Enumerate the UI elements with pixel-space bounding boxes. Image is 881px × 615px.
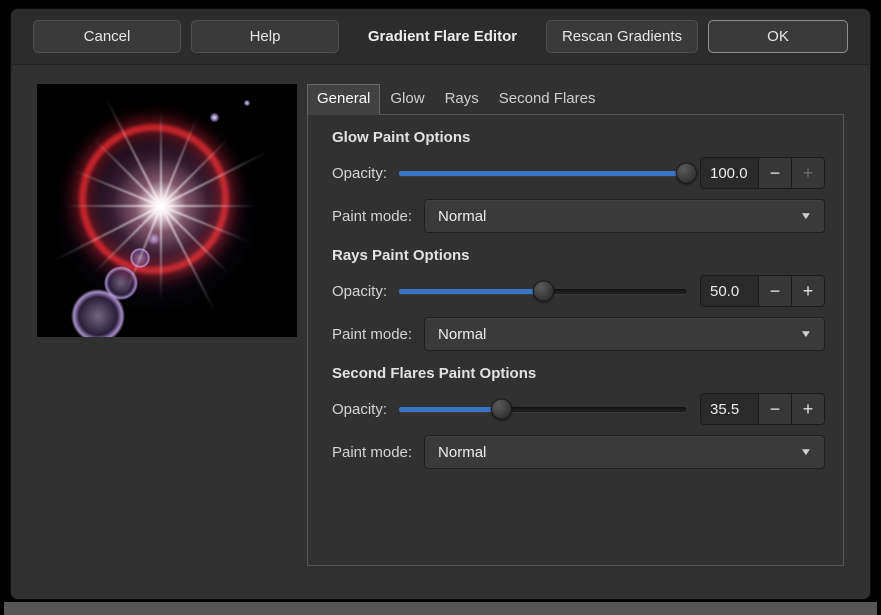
flare-secondary-circle (148, 233, 160, 245)
section-heading: Second Flares Paint Options (332, 365, 825, 382)
slider-track (399, 407, 686, 412)
plus-icon[interactable]: + (791, 276, 824, 306)
second-flares-paint-mode-dropdown[interactable]: Normal ▼ (424, 435, 825, 469)
dialog-content: General Glow Rays Second Flares Glow Pai… (11, 65, 870, 566)
second-flares-paint-mode-row: Paint mode: Normal ▼ (332, 435, 825, 469)
flare-dot (210, 113, 219, 122)
dropdown-value: Normal (438, 326, 486, 343)
glow-opacity-slider[interactable] (399, 156, 686, 190)
minus-icon[interactable]: − (758, 158, 791, 188)
tab-glow[interactable]: Glow (380, 84, 434, 114)
slider-track (399, 289, 686, 294)
tab-general[interactable]: General (307, 84, 380, 115)
opacity-label: Opacity: (332, 401, 387, 418)
rays-opacity-value[interactable]: 50.0 (701, 276, 758, 306)
slider-handle[interactable] (533, 281, 554, 302)
plus-icon[interactable]: + (791, 158, 824, 188)
second-flares-opacity-spinner: 35.5 − + (700, 393, 825, 425)
glow-paint-mode-row: Paint mode: Normal ▼ (332, 199, 825, 233)
flare-secondary-circle (130, 248, 150, 268)
plus-icon[interactable]: + (791, 394, 824, 424)
ok-button[interactable]: OK (708, 20, 848, 53)
glow-paint-mode-dropdown[interactable]: Normal ▼ (424, 199, 825, 233)
minus-icon[interactable]: − (758, 394, 791, 424)
second-flares-paint-options-section: Second Flares Paint Options Opacity: (332, 365, 825, 469)
tab-rays[interactable]: Rays (435, 84, 489, 114)
glow-paint-options-section: Glow Paint Options Opacity: (332, 129, 825, 233)
second-flares-opacity-slider[interactable] (399, 392, 686, 426)
rays-paint-mode-dropdown[interactable]: Normal ▼ (424, 317, 825, 351)
cancel-button[interactable]: Cancel (33, 20, 181, 53)
chevron-down-icon: ▼ (799, 447, 812, 458)
background-window-edge (4, 602, 877, 615)
gradient-flare-editor-dialog: Cancel Help Gradient Flare Editor Rescan… (10, 8, 871, 600)
second-flares-opacity-value[interactable]: 35.5 (701, 394, 758, 424)
general-tab-panel: Glow Paint Options Opacity: (307, 114, 844, 566)
chevron-down-icon: ▼ (799, 329, 812, 340)
section-heading: Rays Paint Options (332, 247, 825, 264)
opacity-label: Opacity: (332, 165, 387, 182)
chevron-down-icon: ▼ (799, 211, 812, 222)
dialog-title: Gradient Flare Editor (349, 28, 536, 45)
dropdown-value: Normal (438, 208, 486, 225)
rays-opacity-row: Opacity: 50.0 − (332, 274, 825, 308)
settings-notebook: General Glow Rays Second Flares Glow Pai… (307, 84, 844, 566)
tab-row: General Glow Rays Second Flares (307, 84, 844, 114)
slider-fill (399, 289, 542, 294)
slider-handle[interactable] (676, 163, 697, 184)
paint-mode-label: Paint mode: (332, 444, 412, 461)
paint-mode-label: Paint mode: (332, 326, 412, 343)
flare-preview[interactable] (37, 84, 297, 337)
flare-dot (244, 100, 250, 106)
slider-fill (399, 171, 686, 176)
rays-paint-mode-row: Paint mode: Normal ▼ (332, 317, 825, 351)
rays-paint-options-section: Rays Paint Options Opacity: (332, 247, 825, 351)
second-flares-opacity-row: Opacity: 35.5 − (332, 392, 825, 426)
slider-fill (399, 407, 501, 412)
slider-track (399, 171, 686, 176)
header-bar: Cancel Help Gradient Flare Editor Rescan… (11, 9, 870, 65)
screen: Cancel Help Gradient Flare Editor Rescan… (0, 0, 881, 615)
paint-mode-label: Paint mode: (332, 208, 412, 225)
minus-icon[interactable]: − (758, 276, 791, 306)
glow-opacity-value[interactable]: 100.0 (701, 158, 758, 188)
section-heading: Glow Paint Options (332, 129, 825, 146)
slider-handle[interactable] (491, 399, 512, 420)
glow-opacity-spinner: 100.0 − + (700, 157, 825, 189)
rescan-gradients-button[interactable]: Rescan Gradients (546, 20, 698, 53)
flare-secondary-circle (104, 266, 138, 300)
rays-opacity-slider[interactable] (399, 274, 686, 308)
opacity-label: Opacity: (332, 283, 387, 300)
dropdown-value: Normal (438, 444, 486, 461)
help-button[interactable]: Help (191, 20, 339, 53)
glow-opacity-row: Opacity: 100.0 − (332, 156, 825, 190)
rays-opacity-spinner: 50.0 − + (700, 275, 825, 307)
tab-second-flares[interactable]: Second Flares (489, 84, 606, 114)
